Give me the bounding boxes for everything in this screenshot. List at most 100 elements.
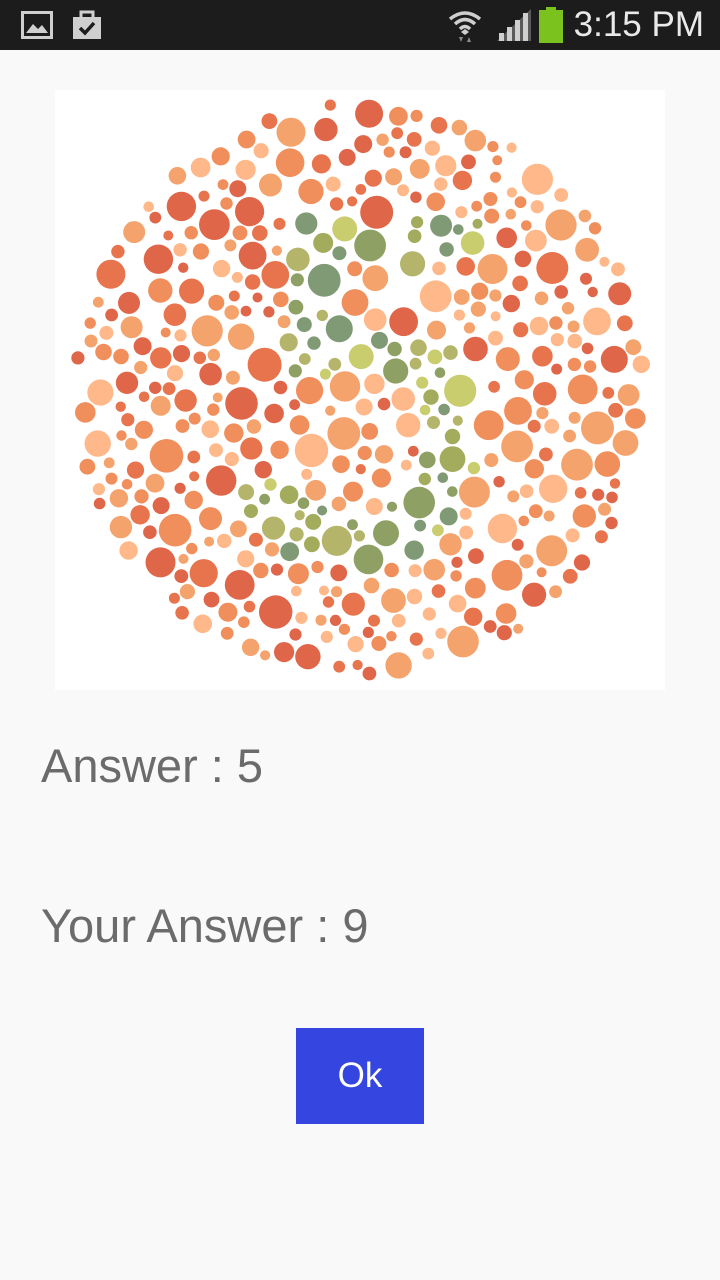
plate-dot	[490, 311, 501, 322]
plate-dot	[530, 200, 544, 214]
plate-dot	[289, 399, 300, 411]
plate-dot	[536, 252, 569, 284]
plate-dot	[329, 197, 344, 211]
plate-dot	[583, 360, 597, 373]
plate-dot	[371, 636, 387, 651]
plate-dot	[463, 322, 476, 334]
plate-dot	[270, 440, 289, 459]
plate-dot	[422, 647, 435, 660]
plate-dot	[550, 333, 564, 347]
status-bar: 3:15 PM	[0, 0, 720, 50]
plate-dot	[427, 349, 443, 365]
plate-dot	[166, 365, 184, 382]
plate-dot	[192, 243, 209, 260]
plate-dot	[427, 416, 440, 429]
plate-dot	[174, 329, 187, 342]
plate-dot	[224, 452, 239, 467]
plate-dot	[439, 507, 458, 526]
plate-dot	[545, 209, 577, 241]
plate-dot	[237, 550, 255, 568]
plate-dot	[298, 178, 324, 205]
plate-dot	[297, 497, 310, 510]
plate-dot	[152, 497, 170, 515]
plate-dot	[376, 133, 389, 146]
plate-dot	[391, 127, 404, 140]
plate-dot	[224, 423, 244, 443]
plate-dot	[501, 430, 533, 463]
plate-dot	[354, 135, 373, 154]
plate-dot	[311, 560, 324, 574]
plate-dot	[443, 345, 458, 360]
plate-dot	[487, 141, 499, 153]
plate-dot	[237, 130, 256, 149]
plate-dot	[149, 439, 184, 473]
plate-dot	[355, 464, 366, 475]
plate-dot	[430, 117, 448, 134]
plate-dot	[240, 437, 263, 460]
plate-dot	[99, 325, 114, 340]
plate-dot	[224, 305, 239, 320]
plate-dot	[295, 644, 321, 670]
plate-dot	[513, 623, 524, 634]
plate-dot	[168, 167, 187, 185]
plate-dot	[389, 106, 408, 126]
plate-dot	[193, 351, 207, 365]
plate-dot	[119, 541, 138, 560]
plate-dot	[505, 208, 517, 220]
plate-dot	[467, 461, 481, 475]
plate-dot	[289, 415, 310, 435]
plate-dot	[120, 316, 143, 339]
plate-dot	[518, 515, 530, 527]
plate-dot	[317, 505, 328, 516]
plate-dot	[373, 520, 399, 547]
plate-dot	[513, 322, 529, 338]
plate-dot	[625, 339, 642, 356]
plate-dot	[563, 429, 576, 443]
plate-dot	[506, 142, 517, 153]
plate-dot	[534, 291, 549, 306]
plate-dot	[410, 339, 427, 356]
plate-dot	[588, 222, 602, 235]
plate-dot	[206, 465, 237, 496]
plate-dot	[418, 472, 431, 486]
correct-answer-label: Answer : 5	[41, 739, 264, 792]
plate-dot	[138, 391, 150, 403]
plate-dot	[404, 540, 424, 560]
plate-dot	[179, 584, 195, 600]
plate-dot	[79, 458, 96, 475]
plate-dot	[411, 216, 424, 229]
plate-dot	[362, 265, 389, 292]
plate-dot	[617, 384, 640, 406]
plate-dot	[261, 261, 290, 289]
plate-dot	[287, 563, 309, 585]
ok-button[interactable]: Ok	[296, 1028, 424, 1124]
plate-dot	[489, 289, 502, 302]
plate-dot	[316, 309, 328, 322]
ishihara-plate-icon	[71, 99, 650, 681]
plate-dot	[305, 479, 327, 501]
plate-dot	[594, 530, 608, 544]
plate-dot	[422, 607, 436, 621]
plate-dot	[252, 292, 263, 303]
plate-dot	[363, 577, 380, 594]
plate-dot	[389, 307, 418, 337]
plate-dot	[230, 520, 247, 538]
plate-dot	[357, 445, 372, 461]
plate-dot	[437, 472, 449, 484]
plate-dot	[439, 533, 462, 556]
plate-dot	[352, 659, 363, 671]
plate-dot	[143, 525, 157, 539]
plate-dot	[451, 556, 463, 568]
plate-dot	[229, 180, 247, 198]
plate-dot	[148, 278, 173, 303]
plate-dot	[264, 478, 277, 491]
plate-dot	[150, 395, 171, 416]
plate-dot	[225, 370, 240, 385]
plate-dot	[179, 278, 205, 304]
plate-dot	[298, 353, 311, 365]
plate-dot	[363, 308, 387, 331]
plate-dot	[514, 370, 534, 390]
plate-dot	[321, 525, 352, 556]
plate-dot	[333, 660, 346, 673]
plate-dot	[460, 231, 485, 255]
